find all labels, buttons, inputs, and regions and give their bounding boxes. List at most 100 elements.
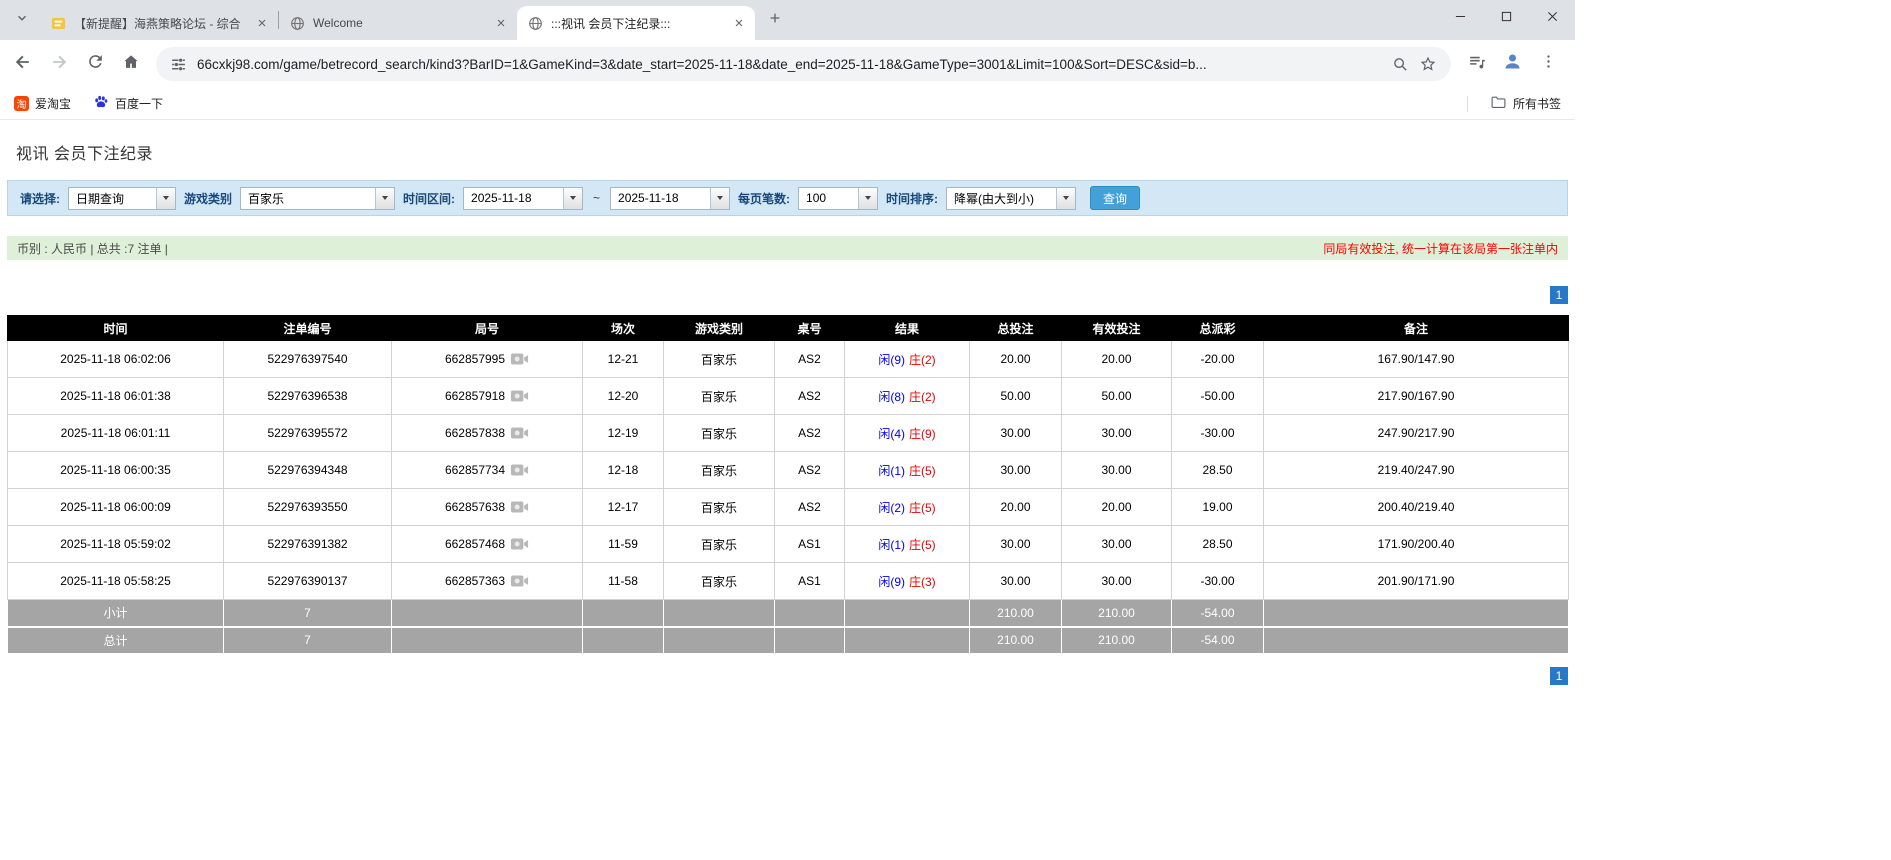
video-replay-icon[interactable] — [510, 426, 529, 440]
header-session: 场次 — [582, 315, 664, 341]
round-number: 662857638 — [444, 500, 506, 514]
result-player: 闲(9) — [878, 352, 905, 367]
window-controls — [1437, 0, 1575, 36]
date-end-select[interactable]: 2025-11-18 — [610, 186, 731, 210]
video-replay-icon[interactable] — [510, 537, 529, 551]
cell-valid-bet: 20.00 — [1061, 340, 1172, 378]
cell-result: 闲(1) 庄(5) — [844, 451, 970, 489]
game-type-value[interactable]: 百家乐 — [241, 188, 375, 209]
new-tab-button[interactable] — [761, 6, 789, 34]
dropdown-arrow-icon[interactable] — [375, 187, 395, 209]
table-row: 2025-11-18 06:01:11 522976395572 6628578… — [7, 414, 1569, 452]
header-time: 时间 — [7, 315, 224, 341]
result-banker: 庄(2) — [909, 352, 936, 367]
address-bar[interactable]: 66cxkj98.com/game/betrecord_search/kind3… — [156, 47, 1451, 81]
bookmark-taobao[interactable]: 淘 爱淘宝 — [14, 95, 71, 112]
query-type-select[interactable]: 日期查询 — [68, 186, 176, 210]
dropdown-arrow-icon[interactable] — [563, 187, 583, 209]
bookmark-baidu[interactable]: 百度一下 — [93, 94, 163, 113]
close-tab-icon[interactable] — [493, 15, 509, 31]
page-size-select[interactable]: 100 — [798, 186, 879, 210]
site-settings-icon[interactable] — [170, 56, 187, 73]
cell-total-bet[interactable]: 20.00 — [969, 488, 1062, 526]
menu-button[interactable] — [1531, 47, 1565, 81]
date-start-value[interactable]: 2025-11-18 — [464, 188, 563, 209]
cell-total-bet[interactable]: 20.00 — [969, 340, 1062, 378]
video-replay-icon[interactable] — [510, 352, 529, 366]
cell-bet-id: 522976396538 — [223, 377, 392, 415]
page-number-button[interactable]: 1 — [1550, 667, 1568, 685]
page-content: 视讯 会员下注纪录 请选择: 日期查询 游戏类别 百家乐 时间区间: 2025-… — [0, 120, 1575, 685]
game-type-select[interactable]: 百家乐 — [240, 186, 396, 210]
round-number: 662857734 — [444, 463, 506, 477]
cell-empty — [582, 599, 664, 627]
dropdown-arrow-icon[interactable] — [156, 187, 175, 209]
media-controls-button[interactable] — [1459, 47, 1493, 81]
round-number: 662857468 — [444, 537, 506, 551]
profile-button[interactable] — [1495, 47, 1529, 81]
back-button[interactable] — [6, 47, 40, 81]
cell-total-bet[interactable]: 30.00 — [969, 414, 1062, 452]
tab-forum[interactable]: 【新提醒】海燕策略论坛 - 综合 — [40, 6, 278, 40]
sort-order-select[interactable]: 降幂(由大到小) — [946, 186, 1077, 210]
page-size-value[interactable]: 100 — [799, 188, 858, 209]
total-payout: -54.00 — [1171, 625, 1264, 654]
maximize-button[interactable] — [1483, 0, 1529, 36]
cell-table-no: AS2 — [774, 488, 845, 526]
forward-arrow-icon — [49, 52, 69, 77]
cell-session: 12-20 — [582, 377, 664, 415]
cell-result: 闲(1) 庄(5) — [844, 525, 970, 563]
result-player: 闲(1) — [878, 537, 905, 552]
cell-valid-bet: 30.00 — [1061, 562, 1172, 600]
cell-total-bet[interactable]: 30.00 — [969, 562, 1062, 600]
tab-welcome[interactable]: Welcome — [279, 6, 517, 40]
cell-remark: 200.40/219.40 — [1263, 488, 1569, 526]
cell-payout: -30.00 — [1171, 562, 1264, 600]
cell-total-bet[interactable]: 30.00 — [969, 525, 1062, 563]
result-banker: 庄(5) — [909, 537, 936, 552]
date-end-value[interactable]: 2025-11-18 — [611, 188, 710, 209]
cell-valid-bet: 30.00 — [1061, 451, 1172, 489]
dropdown-arrow-icon[interactable] — [710, 187, 730, 209]
tab-bet-records-active[interactable]: :::视讯 会员下注纪录::: — [517, 6, 755, 40]
zoom-icon[interactable] — [1392, 56, 1409, 73]
video-replay-icon[interactable] — [510, 389, 529, 403]
cell-valid-bet: 30.00 — [1061, 525, 1172, 563]
url-text[interactable]: 66cxkj98.com/game/betrecord_search/kind3… — [197, 57, 1382, 72]
close-tab-icon[interactable] — [731, 15, 747, 31]
reload-button[interactable] — [78, 47, 112, 81]
video-replay-icon[interactable] — [510, 500, 529, 514]
all-bookmarks-button[interactable]: 所有书签 — [1490, 94, 1561, 114]
cell-session: 11-58 — [582, 562, 664, 600]
summary-bar: 币别 : 人民币 | 总共 :7 注单 | 同局有效投注, 统一计算在该局第一张… — [7, 236, 1568, 260]
cell-result: 闲(2) 庄(5) — [844, 488, 970, 526]
cell-time: 2025-11-18 05:59:02 — [7, 525, 224, 563]
close-tab-icon[interactable] — [254, 15, 270, 31]
subtotal-valid-bet: 210.00 — [1061, 599, 1172, 627]
home-button[interactable] — [114, 47, 148, 81]
plus-icon — [768, 11, 782, 30]
page-number-button[interactable]: 1 — [1550, 286, 1568, 304]
bookmark-star-icon[interactable] — [1419, 55, 1437, 73]
minimize-button[interactable] — [1437, 0, 1483, 36]
search-button[interactable]: 查询 — [1090, 186, 1141, 210]
cell-time: 2025-11-18 06:02:06 — [7, 340, 224, 378]
close-window-button[interactable] — [1529, 0, 1575, 36]
date-start-select[interactable]: 2025-11-18 — [463, 186, 584, 210]
video-replay-icon[interactable] — [510, 463, 529, 477]
cell-valid-bet: 20.00 — [1061, 488, 1172, 526]
result-player: 闲(8) — [878, 389, 905, 404]
sort-order-value[interactable]: 降幂(由大到小) — [947, 188, 1056, 209]
tab-search-button[interactable] — [8, 6, 36, 34]
video-replay-icon[interactable] — [510, 574, 529, 588]
cell-total-bet[interactable]: 30.00 — [969, 451, 1062, 489]
subtotal-row: 小计 7 210.00 210.00 -54.00 — [7, 599, 1569, 627]
forward-button[interactable] — [42, 47, 76, 81]
game-type-label: 游戏类别 — [184, 191, 233, 206]
table-row: 2025-11-18 05:59:02 522976391382 6628574… — [7, 525, 1569, 563]
dropdown-arrow-icon[interactable] — [858, 187, 878, 209]
query-type-value[interactable]: 日期查询 — [69, 188, 156, 209]
dropdown-arrow-icon[interactable] — [1056, 187, 1076, 209]
cell-total-bet[interactable]: 50.00 — [969, 377, 1062, 415]
cell-bet-id: 522976395572 — [223, 414, 392, 452]
